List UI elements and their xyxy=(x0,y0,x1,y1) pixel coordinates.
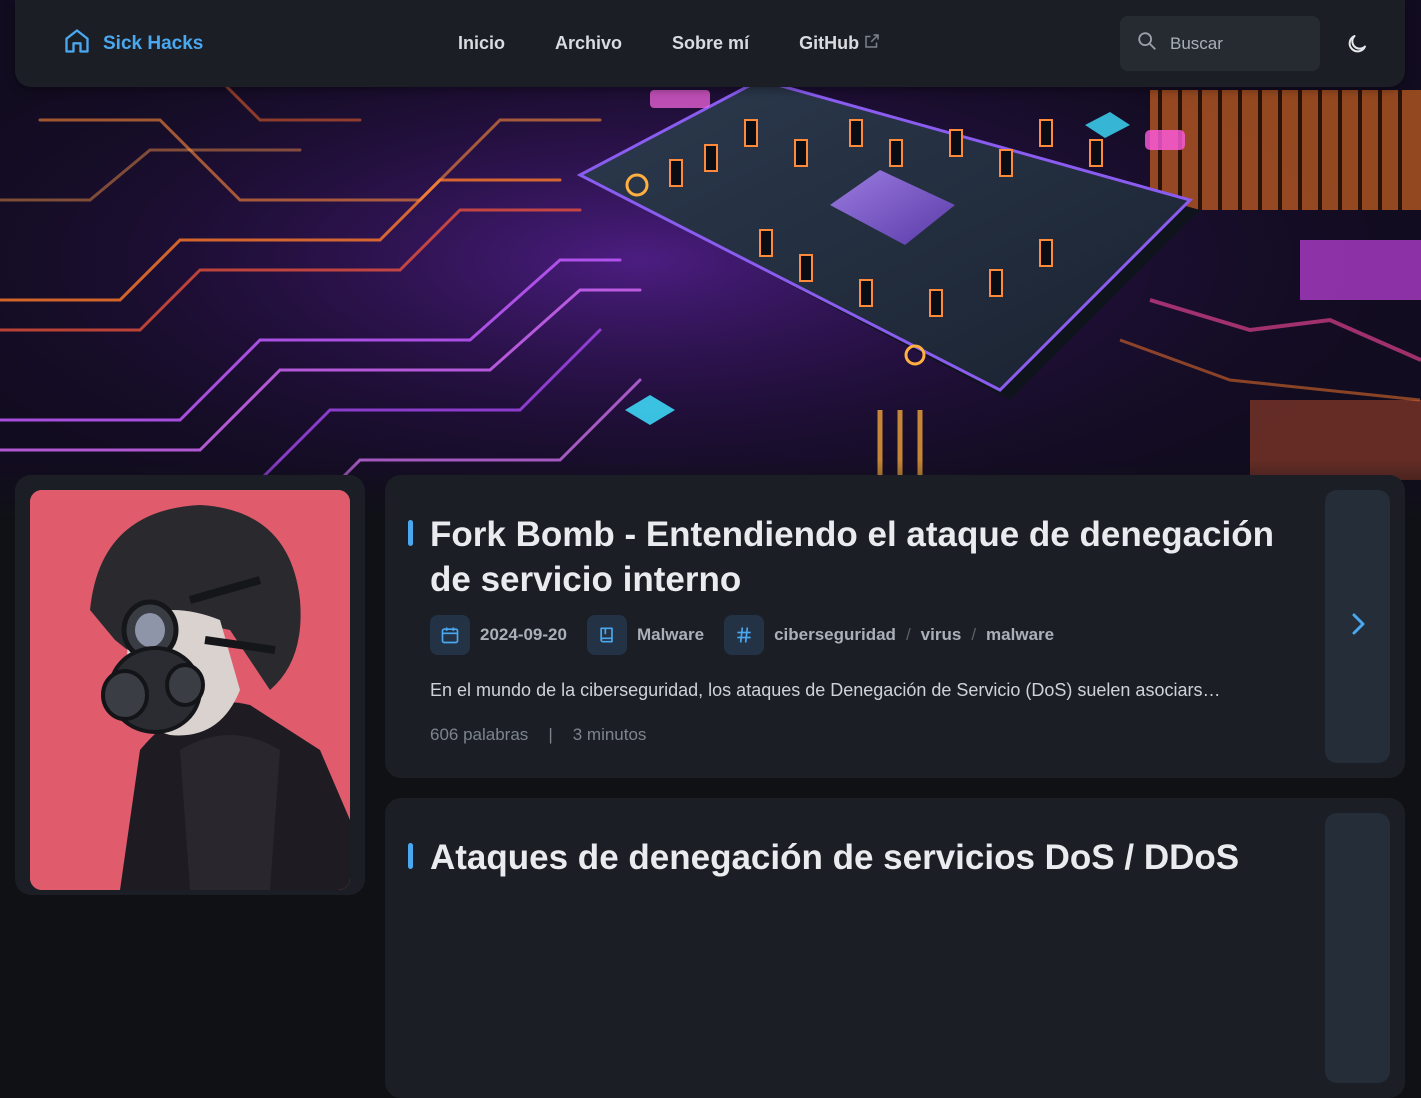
navbar: Sick Hacks Inicio Archivo Sobre mí GitHu… xyxy=(15,0,1405,87)
tag-separator: / xyxy=(905,625,911,644)
post-category: Malware xyxy=(586,615,704,655)
brand-link[interactable]: Sick Hacks xyxy=(63,26,203,61)
post-tags: ciberseguridad / virus / malware xyxy=(724,615,1054,655)
chevron-right-icon xyxy=(1348,610,1368,643)
nav-link-label: Inicio xyxy=(458,33,506,53)
title-accent-bar xyxy=(408,843,413,869)
avatar xyxy=(30,490,350,890)
hash-icon xyxy=(724,615,765,655)
nav-link-github[interactable]: GitHub xyxy=(799,32,881,55)
word-count: 606 palabras xyxy=(430,725,529,744)
stats-separator: | xyxy=(548,725,553,744)
nav-link-label: Sobre mí xyxy=(672,33,750,53)
read-more-button[interactable] xyxy=(1325,813,1390,1083)
post-meta: 2024-09-20 Malware ciberseguridad / viru… xyxy=(430,615,1074,655)
profile-card xyxy=(15,475,365,895)
nav-link-label: GitHub xyxy=(799,33,860,53)
nav-link-label: Archivo xyxy=(555,33,623,53)
read-time: 3 minutos xyxy=(572,725,647,744)
book-icon xyxy=(586,615,627,655)
home-icon xyxy=(63,26,91,61)
post-title[interactable]: Ataques de denegación de servicios DoS /… xyxy=(430,835,1310,880)
post-excerpt: En el mundo de la ciberseguridad, los at… xyxy=(430,680,1221,700)
nav-link-sobre-mi[interactable]: Sobre mí xyxy=(672,32,749,55)
post-date: 2024-09-20 xyxy=(430,615,567,655)
calendar-icon xyxy=(430,615,470,655)
nav-link-archivo[interactable]: Archivo xyxy=(555,32,622,55)
tag-link[interactable]: ciberseguridad xyxy=(774,625,896,645)
search-input[interactable] xyxy=(1168,32,1302,55)
date-text: 2024-09-20 xyxy=(480,625,567,644)
nav-link-inicio[interactable]: Inicio xyxy=(458,32,505,55)
title-accent-bar xyxy=(408,520,413,546)
tag-link[interactable]: virus xyxy=(921,625,962,645)
search-icon xyxy=(1120,30,1158,57)
post-stats: 606 palabras | 3 minutos xyxy=(430,725,646,745)
post-card: Ataques de denegación de servicios DoS /… xyxy=(385,798,1405,1098)
post-title[interactable]: Fork Bomb - Entendiendo el ataque de den… xyxy=(430,512,1310,602)
category-link[interactable]: Malware xyxy=(637,625,704,645)
main-nav: Inicio Archivo Sobre mí GitHub xyxy=(458,32,881,55)
search-box[interactable] xyxy=(1120,16,1320,71)
post-card: Fork Bomb - Entendiendo el ataque de den… xyxy=(385,475,1405,778)
tag-link[interactable]: malware xyxy=(986,625,1054,645)
theme-toggle-moon-icon[interactable] xyxy=(1345,32,1369,61)
read-more-button[interactable] xyxy=(1325,490,1390,763)
avatar-image xyxy=(30,490,350,890)
external-link-icon xyxy=(863,32,881,55)
tag-separator: / xyxy=(971,625,977,644)
brand-name: Sick Hacks xyxy=(103,32,204,54)
